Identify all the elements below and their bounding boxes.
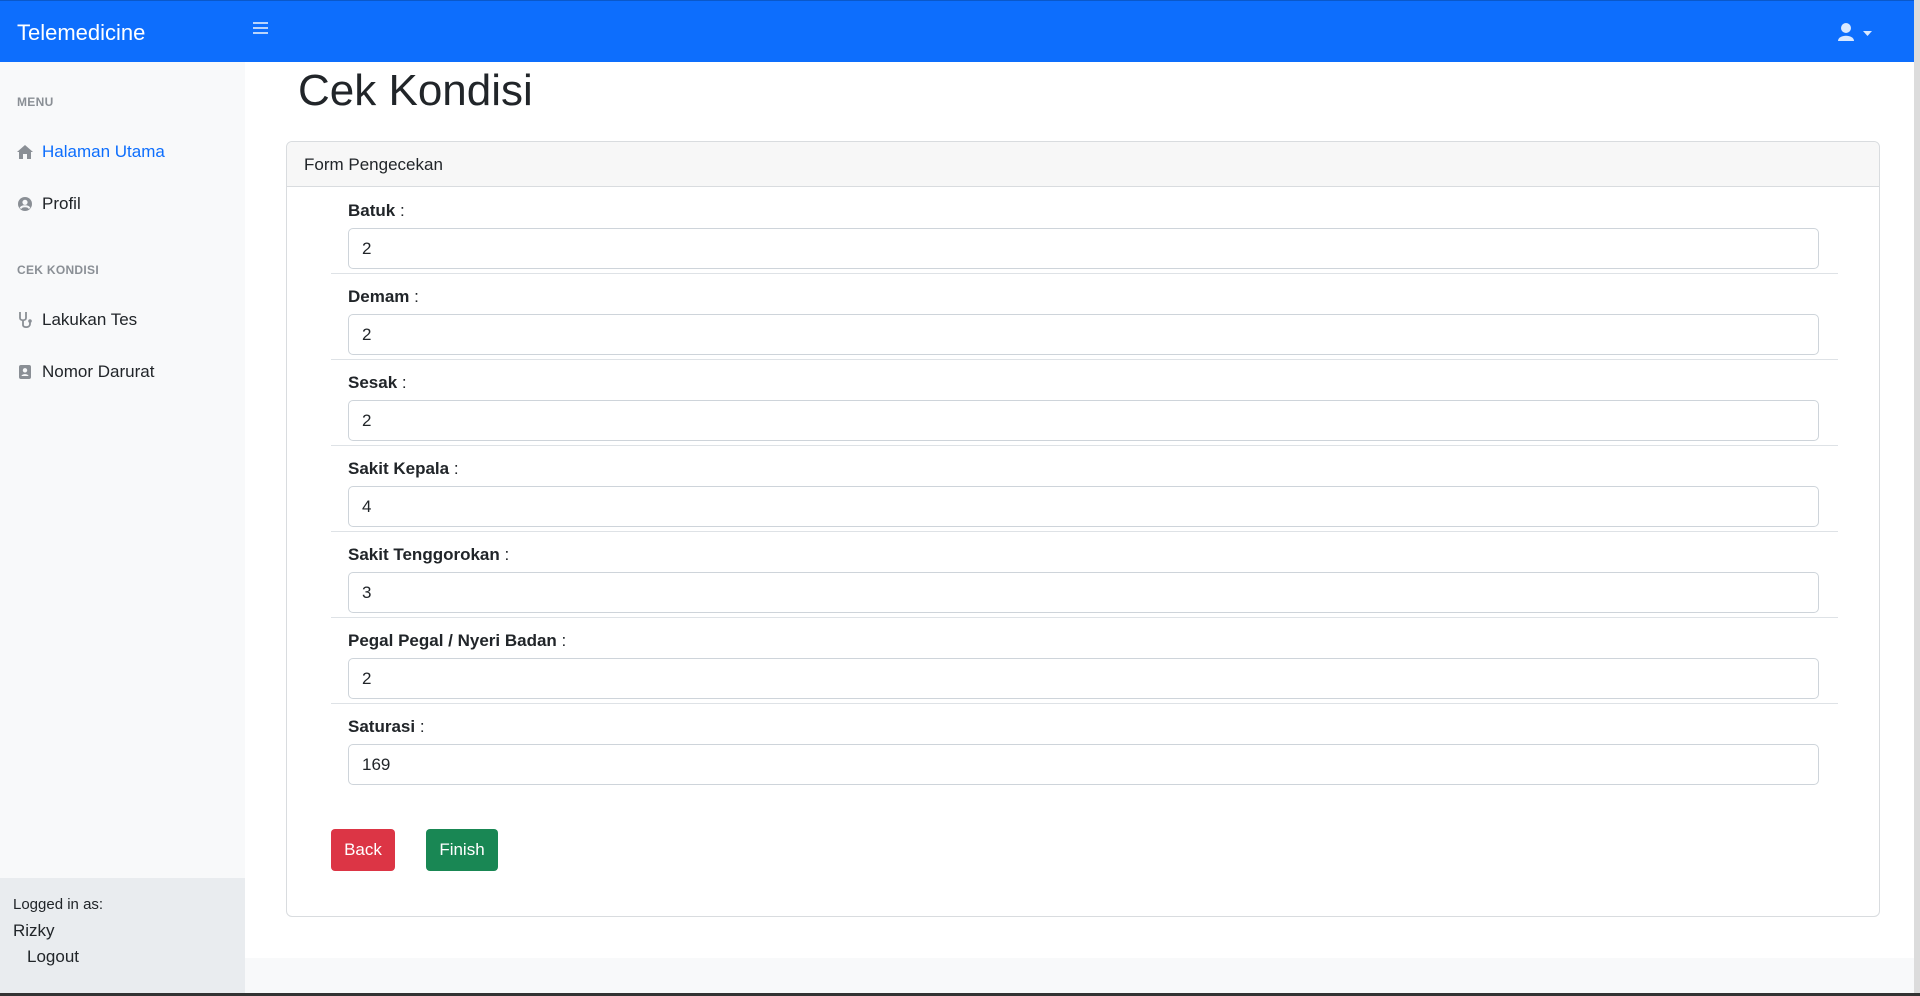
sakit-kepala-input[interactable] — [348, 486, 1819, 527]
form-field-pegal-pegal: Pegal Pegal / Nyeri Badan : — [331, 618, 1838, 704]
sidebar-item-label: Nomor Darurat — [42, 362, 155, 381]
back-button[interactable]: Back — [331, 829, 395, 871]
sidebar-item-label: Halaman Utama — [42, 142, 165, 161]
field-label: Demam : — [348, 287, 419, 306]
main-content: Cek Kondisi Form Pengecekan Batuk : Dema… — [245, 62, 1914, 958]
user-dropdown-button[interactable] — [1836, 21, 1880, 45]
form-field-sakit-kepala: Sakit Kepala : — [331, 446, 1838, 532]
pegal-pegal-input[interactable] — [348, 658, 1819, 699]
caret-down-icon — [1863, 31, 1872, 36]
field-label: Sakit Tenggorokan : — [348, 545, 510, 564]
form-field-demam: Demam : — [331, 274, 1838, 360]
card-header: Form Pengecekan — [287, 142, 1879, 187]
form-field-sesak: Sesak : — [331, 360, 1838, 446]
user-circle-icon — [16, 195, 34, 213]
sidebar: MENU Halaman Utama Profil CEK KONDISI La… — [0, 62, 245, 993]
field-label: Pegal Pegal / Nyeri Badan : — [348, 631, 567, 650]
sidebar-item-profil[interactable]: Profil — [0, 184, 245, 224]
sidebar-item-halaman-utama[interactable]: Halaman Utama — [0, 132, 245, 172]
field-label: Batuk : — [348, 201, 405, 220]
brand-title[interactable]: Telemedicine — [17, 20, 145, 46]
sidebar-toggle-button[interactable] — [253, 22, 269, 38]
field-label: Sesak : — [348, 373, 407, 392]
sidebar-item-label: Lakukan Tes — [42, 310, 138, 329]
saturasi-input[interactable] — [348, 744, 1819, 785]
field-label: Sakit Kepala : — [348, 459, 459, 478]
demam-input[interactable] — [348, 314, 1819, 355]
sidebar-heading-menu: MENU — [17, 95, 54, 109]
sesak-input[interactable] — [348, 400, 1819, 441]
sidebar-footer: Logged in as: Rizky Logout — [0, 878, 245, 993]
logged-in-label: Logged in as: — [13, 896, 104, 913]
hamburger-icon — [253, 22, 268, 24]
top-navbar: Telemedicine — [0, 0, 1914, 62]
user-icon — [1838, 23, 1872, 41]
sidebar-item-label: Profil — [42, 194, 81, 213]
stethoscope-icon — [16, 311, 34, 329]
form-field-saturasi: Saturasi : — [331, 704, 1838, 790]
sidebar-item-lakukan-tes[interactable]: Lakukan Tes — [0, 300, 245, 340]
field-label: Saturasi : — [348, 717, 425, 736]
sakit-tenggorokan-input[interactable] — [348, 572, 1819, 613]
app-viewport: Telemedicine MENU Halaman Utama Profil C… — [0, 0, 1920, 993]
sidebar-heading-cek-kondisi: CEK KONDISI — [17, 263, 99, 277]
page-scrollbar[interactable] — [1914, 0, 1920, 993]
finish-button[interactable]: Finish — [426, 829, 498, 871]
home-icon — [16, 143, 34, 161]
form-field-sakit-tenggorokan: Sakit Tenggorokan : — [331, 532, 1838, 618]
logged-in-username: Rizky — [13, 921, 55, 940]
contact-book-icon — [16, 363, 34, 381]
form-card: Form Pengecekan Batuk : Demam : Sesak : … — [286, 141, 1880, 917]
sidebar-item-nomor-darurat[interactable]: Nomor Darurat — [0, 352, 245, 392]
batuk-input[interactable] — [348, 228, 1819, 269]
page-title: Cek Kondisi — [298, 66, 533, 115]
logout-link[interactable]: Logout — [27, 947, 79, 967]
form-field-batuk: Batuk : — [331, 188, 1838, 274]
